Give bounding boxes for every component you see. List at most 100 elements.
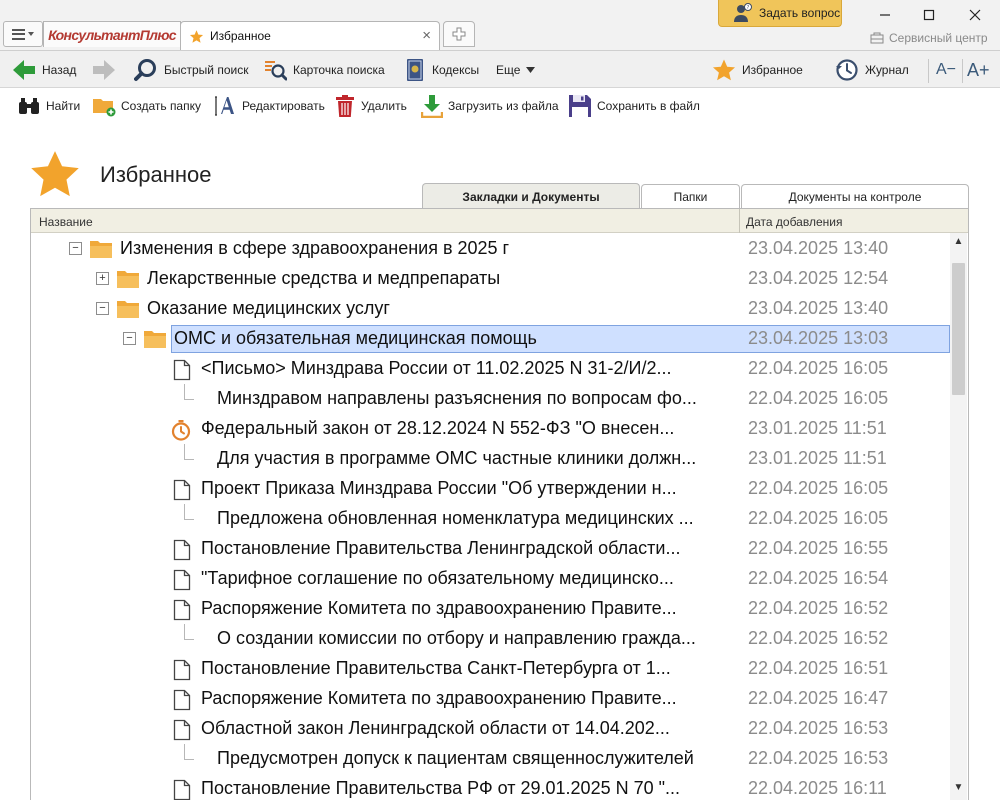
more-dropdown[interactable]: Еще <box>496 51 536 89</box>
column-name-header[interactable]: Название <box>39 215 93 229</box>
tree-annotation-row[interactable]: Предложена обновленная номенклатура меди… <box>31 504 951 534</box>
collapse-minus-icon[interactable]: − <box>96 302 109 315</box>
scroll-up-arrow-icon[interactable]: ▲ <box>950 233 967 250</box>
delete-button[interactable]: Удалить <box>334 88 407 124</box>
tab-bookmarks-documents[interactable]: Закладки и Документы <box>422 183 640 209</box>
journal-label: Журнал <box>865 63 909 77</box>
tree-folder-row[interactable]: − Изменения в сфере здравоохранения в 202… <box>31 234 951 264</box>
folder-icon <box>116 299 140 324</box>
tree-document-row[interactable]: Распоряжение Комитета по здравоохранению… <box>31 684 951 714</box>
codes-button[interactable]: Кодексы <box>404 51 479 89</box>
ask-question-button[interactable]: ? Задать вопрос <box>718 0 842 27</box>
tree-item-label: Лекарственные средства и медпрепараты <box>147 268 501 288</box>
tree-document-row[interactable]: Постановление Правительства Ленинградско… <box>31 534 951 564</box>
edit-button[interactable]: Редактировать <box>213 88 325 124</box>
tree-item-label: Областной закон Ленинградской области от… <box>201 718 670 738</box>
close-window-button[interactable] <box>960 3 990 27</box>
tree-item-label: ОМС и обязательная медицинская помощь <box>174 328 537 348</box>
forward-button[interactable] <box>92 51 116 89</box>
download-icon <box>421 95 443 118</box>
tab-favorites[interactable]: Избранное × <box>180 21 440 50</box>
expand-plus-icon[interactable]: + <box>96 272 109 285</box>
favorites-label: Избранное <box>742 63 803 77</box>
tree-document-row[interactable]: Постановление Правительства РФ от 29.01.… <box>31 774 951 800</box>
journal-button[interactable]: Журнал <box>835 51 909 89</box>
vertical-scrollbar[interactable]: ▲ ▼ <box>950 233 967 800</box>
create-folder-button[interactable]: Создать папку <box>92 88 201 124</box>
tree-item-date: 22.04.2025 16:05 <box>748 508 889 528</box>
tree-annotation-row[interactable]: Минздравом направлены разъяснения по воп… <box>31 384 951 414</box>
favorites-button[interactable]: Избранное <box>712 51 803 89</box>
scroll-down-arrow-icon[interactable]: ▼ <box>950 779 967 796</box>
tab-title: Избранное <box>210 29 271 43</box>
main-toolbar: Назад Быстрый поиск Карточка поиска Коде… <box>0 50 1000 88</box>
tree-document-row[interactable]: Проект Приказа Минздрава России "Об утве… <box>31 474 951 504</box>
tree-document-row[interactable]: Постановление Правительства Санкт-Петерб… <box>31 654 951 684</box>
tree-annotation-row[interactable]: О создании комиссии по отбору и направле… <box>31 624 951 654</box>
tree-annotation-row[interactable]: Для участия в программе ОМС частные клин… <box>31 444 951 474</box>
tree-item-date: 22.04.2025 16:55 <box>748 538 889 558</box>
tree-annotation-row[interactable]: Предусмотрен допуск к пациентам священно… <box>31 744 951 774</box>
column-date-header[interactable]: Дата добавления <box>746 215 842 229</box>
scrollbar-thumb[interactable] <box>952 263 965 395</box>
toolbar-divider <box>962 59 963 83</box>
main-menu-button[interactable] <box>3 21 43 47</box>
minimize-button[interactable] <box>870 3 900 27</box>
tree-connector-line <box>184 504 194 520</box>
ask-question-label: Задать вопрос <box>759 6 841 20</box>
tree-document-row[interactable]: <Письмо> Минздрава России от 11.02.2025 … <box>31 354 951 384</box>
star-icon <box>713 59 735 81</box>
tree-item-date: 23.04.2025 13:03 <box>748 328 889 348</box>
new-tab-button[interactable] <box>443 21 475 47</box>
tree-item-date: 22.04.2025 16:47 <box>748 688 889 708</box>
tree-folder-row[interactable]: − ОМС и обязательная медицинская помощь 23… <box>31 324 951 354</box>
page-title: Избранное <box>100 162 212 187</box>
tree-item-date: 22.04.2025 16:11 <box>748 778 887 798</box>
close-icon[interactable]: × <box>422 27 431 44</box>
brand-logo-tab[interactable]: КонсультантПлюс <box>43 21 181 47</box>
favorites-tree: − Изменения в сфере здравоохранения в 202… <box>31 234 951 800</box>
tab-label: Папки <box>673 190 708 204</box>
collapse-minus-icon[interactable]: − <box>123 332 136 345</box>
magnifier-icon <box>134 59 156 81</box>
load-from-file-button[interactable]: Загрузить из файла <box>421 88 559 124</box>
back-button[interactable]: Назад <box>12 51 76 89</box>
tree-document-row[interactable]: Распоряжение Комитета по здравоохранению… <box>31 594 951 624</box>
service-center-link[interactable]: Сервисный центр <box>870 31 988 45</box>
tree-document-row[interactable]: "Тарифное соглашение по обязательному ме… <box>31 564 951 594</box>
maximize-button[interactable] <box>914 3 944 27</box>
column-resize-handle[interactable] <box>739 209 740 233</box>
tree-item-date: 23.04.2025 12:54 <box>748 268 889 288</box>
save-to-file-button[interactable]: Сохранить в файл <box>568 88 700 124</box>
favorites-star-icon <box>31 151 79 197</box>
arrow-right-icon <box>93 60 115 80</box>
maximize-icon <box>923 9 935 21</box>
service-center-icon <box>870 32 884 44</box>
quick-search-button[interactable]: Быстрый поиск <box>134 51 248 89</box>
tab-monitored-documents[interactable]: Документы на контроле <box>741 184 969 209</box>
service-center-label: Сервисный центр <box>889 31 988 45</box>
find-button[interactable]: Найти <box>17 88 80 124</box>
font-larger-button[interactable]: A+ <box>967 51 990 89</box>
tree-item-label: Предложена обновленная номенклатура меди… <box>217 508 694 528</box>
tree-connector-line <box>184 384 194 400</box>
document-icon <box>173 359 191 386</box>
font-smaller-button[interactable]: A− <box>936 51 956 89</box>
find-label: Найти <box>46 99 81 113</box>
tree-document-row[interactable]: Федеральный закон от 28.12.2024 N 552-ФЗ… <box>31 414 951 444</box>
tree-folder-row[interactable]: − Оказание медицинских услуг 23.04.2025 13… <box>31 294 951 324</box>
toolbar-divider <box>928 59 929 83</box>
collapse-minus-icon[interactable]: − <box>69 242 82 255</box>
chevron-down-icon <box>28 32 34 36</box>
tab-folders[interactable]: Папки <box>641 184 740 209</box>
tree-item-label: Распоряжение Комитета по здравоохранению… <box>201 598 677 618</box>
control-timer-icon <box>170 419 192 446</box>
tree-item-date: 22.04.2025 16:52 <box>748 628 889 648</box>
tree-document-row[interactable]: Областной закон Ленинградской области от… <box>31 714 951 744</box>
folder-icon <box>89 239 113 264</box>
quick-search-label: Быстрый поиск <box>164 63 249 77</box>
tree-folder-row[interactable]: + Лекарственные средства и медпрепараты 23… <box>31 264 951 294</box>
document-icon <box>173 569 191 596</box>
search-card-button[interactable]: Карточка поиска <box>263 51 385 89</box>
search-card-icon <box>265 61 287 81</box>
